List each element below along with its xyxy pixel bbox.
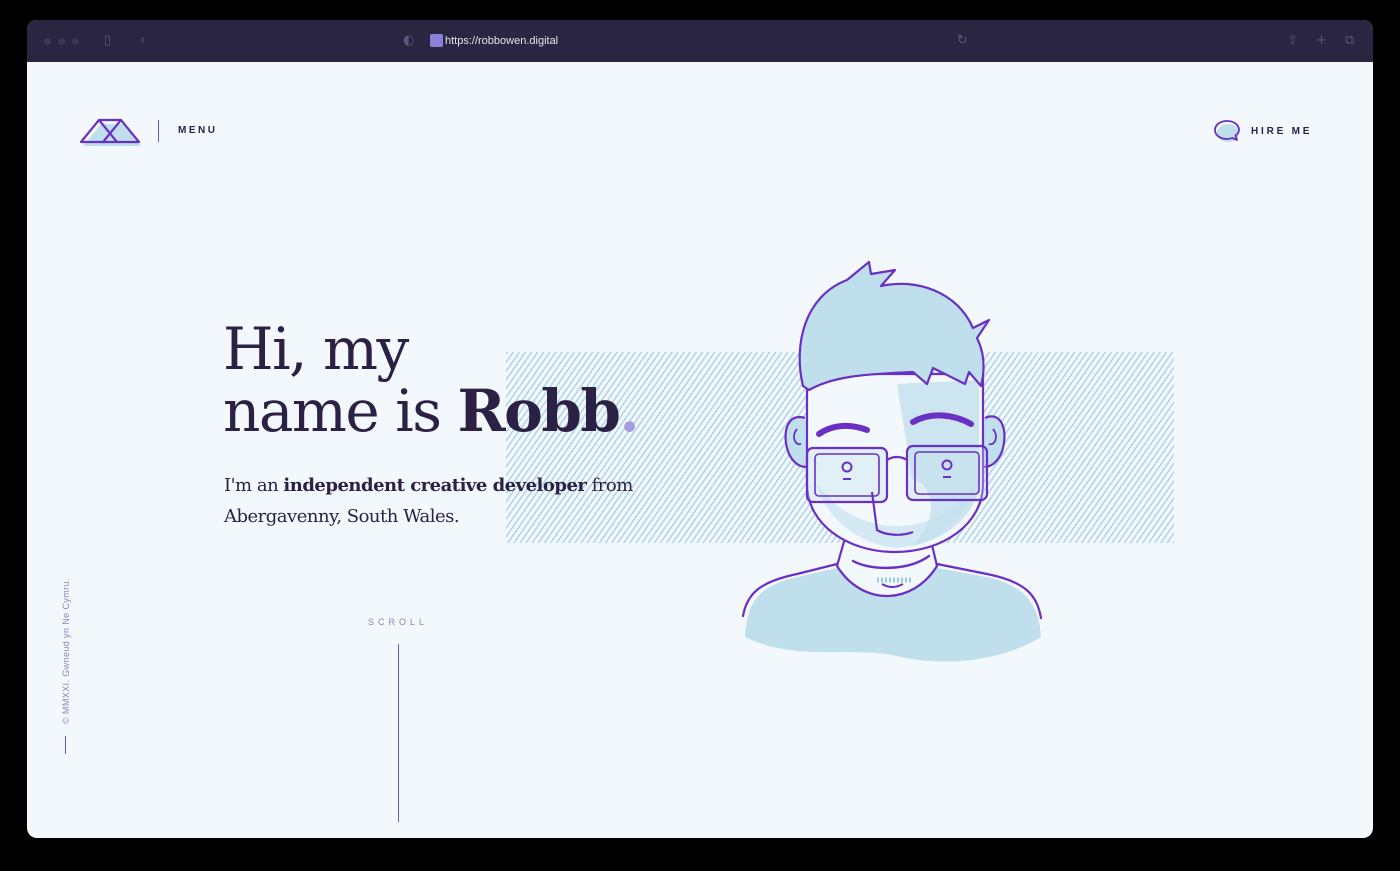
reload-icon[interactable]: ↻ (957, 32, 968, 50)
speech-bubble-icon (1214, 120, 1240, 142)
browser-toolbar: ▯ ‹ ◐ https://robbowen.digital ↻ ⇧ + ⧉ (27, 20, 1373, 62)
scroll-label[interactable]: SCROLL (368, 617, 428, 627)
scroll-indicator-line (398, 644, 399, 822)
sidebar-toggle-icon[interactable]: ▯ (104, 32, 111, 50)
back-icon[interactable]: ‹ (140, 32, 145, 50)
menu-button[interactable]: MENU (178, 125, 217, 136)
robb-avatar-illustration (741, 260, 1043, 662)
nav-divider (158, 120, 159, 142)
headline-line-1: Hi, my (223, 315, 409, 383)
headline-line-2-prefix: name is (223, 377, 458, 445)
browser-window: ▯ ‹ ◐ https://robbowen.digital ↻ ⇧ + ⧉ M… (27, 20, 1373, 838)
share-icon[interactable]: ⇧ (1287, 32, 1298, 50)
headline-period: . (619, 377, 639, 445)
intro-text-before: I'm an (224, 475, 284, 496)
site-logo[interactable] (77, 114, 143, 148)
close-window-button[interactable] (44, 38, 51, 45)
new-tab-icon[interactable]: + (1316, 32, 1327, 50)
page-content: MENU HIRE ME Hi, my name is Robb. I'm an… (27, 62, 1373, 838)
hire-me-label: HIRE ME (1251, 125, 1313, 137)
hero-headline: Hi, my name is Robb. (223, 315, 640, 445)
maximize-window-button[interactable] (72, 38, 79, 45)
copyright-line (65, 736, 66, 754)
minimize-window-button[interactable] (58, 38, 65, 45)
hero-intro: I'm an independent creative developer fr… (224, 470, 644, 532)
copyright-text: © MMXXI. Gwneud yn Ne Cymru. (61, 578, 71, 724)
address-bar[interactable]: https://robbowen.digital (445, 32, 558, 50)
privacy-shield-icon[interactable]: ◐ (403, 32, 414, 50)
tab-overview-icon[interactable]: ⧉ (1345, 32, 1354, 50)
site-favicon-icon (430, 34, 443, 47)
intro-text-bold: independent creative developer (283, 475, 587, 496)
headline-name: Robb (457, 377, 621, 445)
hire-me-button[interactable]: HIRE ME (1213, 118, 1312, 144)
